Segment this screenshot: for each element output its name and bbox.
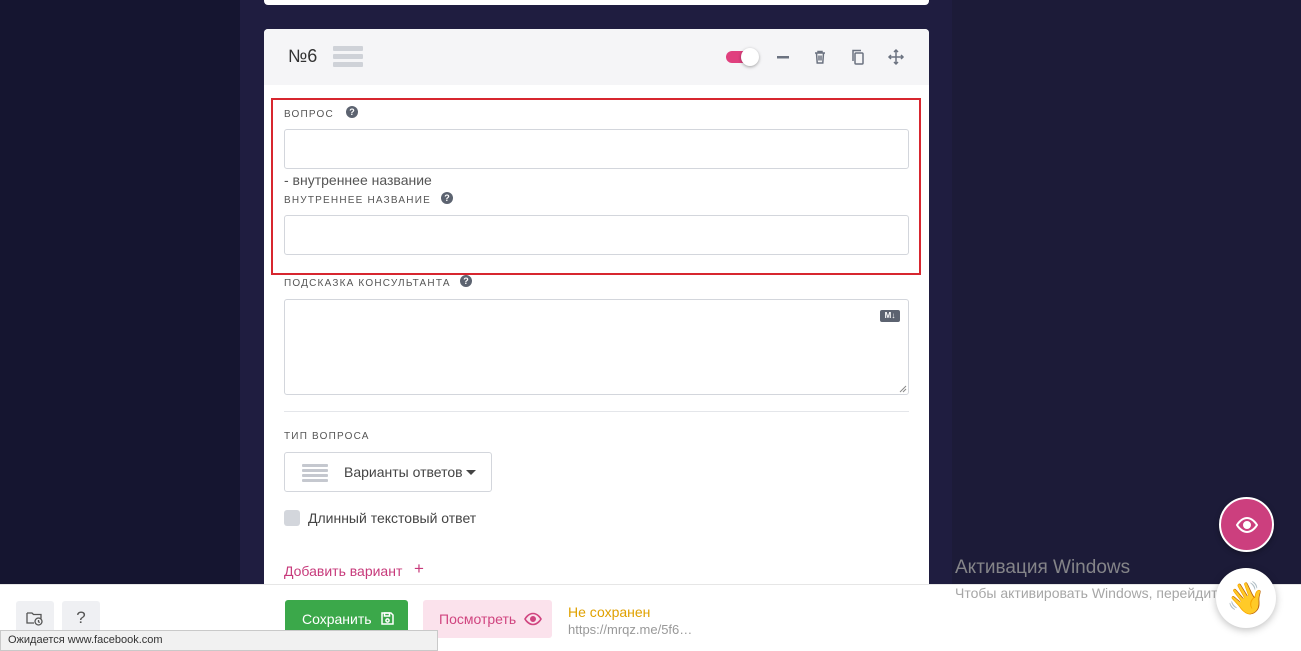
quiz-url[interactable]: https://mrqz.me/5f6… — [568, 622, 692, 637]
save-button-label: Сохранить — [302, 611, 372, 627]
move-icon[interactable] — [886, 47, 906, 67]
question-number: №6 — [288, 46, 318, 66]
list-variants-icon — [302, 464, 328, 482]
long-text-checkbox[interactable] — [284, 510, 300, 526]
consultant-hint-label: ПОДСКАЗКА КОНСУЛЬТАНТА — [284, 278, 451, 289]
question-input[interactable] — [284, 129, 909, 169]
question-label: ВОПРОС — [284, 109, 334, 120]
previous-card-edge — [264, 0, 929, 5]
browser-status-bar: Ожидается www.facebook.com — [0, 630, 438, 651]
preview-button[interactable]: Посмотреть — [423, 600, 552, 638]
internal-name-help-icon[interactable]: ? — [441, 192, 453, 204]
chat-wave-button[interactable]: 👋 — [1216, 568, 1276, 628]
question-enabled-toggle[interactable] — [726, 48, 760, 66]
eye-icon — [1236, 516, 1258, 534]
question-card: №6 ВОПРОС ? - внутреннее название ВНУТРЕ… — [264, 29, 929, 589]
copy-icon[interactable] — [848, 47, 868, 67]
long-text-label[interactable]: Длинный текстовый ответ — [308, 510, 476, 526]
consultant-hint-help-icon[interactable]: ? — [460, 275, 472, 287]
question-help-icon[interactable]: ? — [346, 106, 358, 118]
markdown-icon: M↓ — [880, 310, 900, 322]
floppy-disk-icon — [381, 612, 394, 625]
add-variant-link[interactable]: Добавить вариант — [284, 563, 402, 579]
eye-icon — [524, 612, 542, 626]
section-divider — [284, 411, 909, 412]
list-lines-icon — [333, 46, 363, 68]
consultant-hint-textarea[interactable]: M↓ — [284, 299, 909, 395]
internal-name-hint: - внутреннее название — [284, 172, 432, 188]
windows-activation-text: Чтобы активировать Windows, перейдите в … — [955, 585, 1255, 601]
internal-name-input[interactable] — [284, 215, 909, 255]
collapse-minus-icon[interactable] — [773, 47, 793, 67]
question-type-dropdown[interactable]: Варианты ответов — [284, 452, 492, 492]
trash-icon[interactable] — [810, 47, 830, 67]
folder-clock-icon — [26, 612, 43, 626]
resize-handle-icon[interactable] — [899, 385, 907, 393]
question-card-header: №6 — [264, 29, 929, 85]
question-type-label: ТИП ВОПРОСА — [284, 431, 370, 442]
plus-icon[interactable]: + — [414, 559, 424, 579]
windows-activation-title: Активация Windows — [955, 557, 1131, 578]
left-background — [0, 0, 240, 584]
question-type-value: Варианты ответов — [344, 464, 463, 480]
internal-name-label: ВНУТРЕННЕЕ НАЗВАНИЕ — [284, 195, 431, 206]
save-status: Не сохранен — [568, 604, 651, 620]
preview-button-label: Посмотреть — [439, 611, 517, 627]
preview-fab-button[interactable] — [1219, 497, 1274, 552]
chevron-down-icon — [466, 470, 476, 475]
